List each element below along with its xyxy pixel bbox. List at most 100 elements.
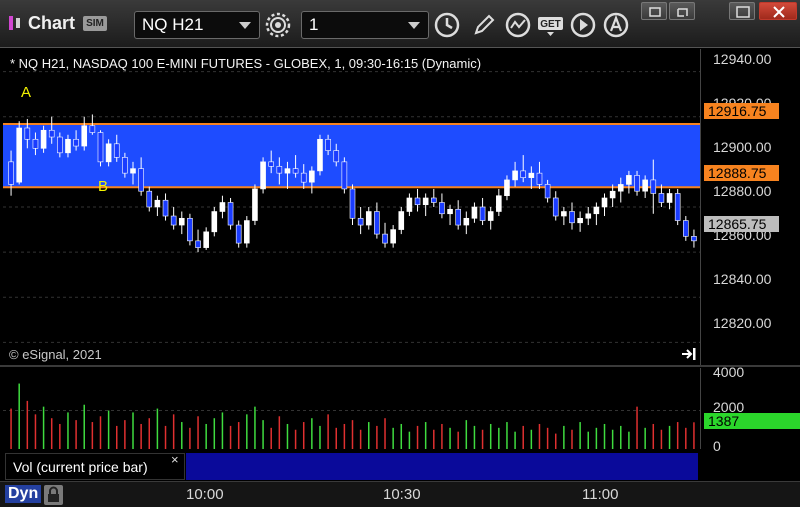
- volume-axis-label: 4000: [713, 364, 745, 380]
- candle-body: [292, 168, 299, 174]
- candle-body: [284, 168, 291, 174]
- volume-axis-label: 0: [713, 438, 721, 454]
- candle-body: [252, 188, 258, 221]
- volume-study-label[interactable]: Vol (current price bar): [5, 453, 185, 480]
- candle-body: [325, 138, 331, 151]
- candle-body: [479, 206, 486, 221]
- close-icon: [773, 6, 785, 18]
- candle-body: [349, 188, 356, 219]
- interval-value: 1: [309, 15, 319, 34]
- alert-icon[interactable]: [602, 11, 630, 39]
- svg-text:GET: GET: [540, 19, 561, 30]
- candle-body: [187, 217, 193, 242]
- chevron-down-icon[interactable]: [408, 22, 420, 29]
- price-axis-label: 12940.00: [713, 51, 772, 67]
- copyright-label: © eSignal, 2021: [9, 347, 102, 362]
- chevron-down-icon[interactable]: [239, 22, 251, 29]
- chart-logo-icon: [9, 16, 20, 30]
- marker-a-label: A: [21, 84, 32, 101]
- candle-body: [32, 138, 39, 149]
- candle-body: [178, 217, 185, 226]
- candle-body: [463, 217, 470, 226]
- candle-body: [219, 202, 226, 212]
- price-axis[interactable]: 12940.00 12920.00 12900.00 12880.00 1286…: [700, 49, 800, 365]
- candle-body: [105, 143, 112, 163]
- candle-body: [89, 125, 96, 133]
- last-price-tag: 12865.75: [704, 216, 779, 232]
- candle-body: [113, 143, 120, 158]
- settings-icon[interactable]: [264, 11, 292, 39]
- lock-icon[interactable]: [44, 485, 63, 505]
- time-axis-label: 10:00: [186, 486, 224, 503]
- candle-body: [536, 172, 543, 185]
- candle-body: [414, 197, 421, 206]
- symbol-selector[interactable]: NQ H21: [134, 11, 260, 39]
- get-icon[interactable]: GET: [537, 11, 567, 39]
- candle-body: [447, 208, 453, 215]
- studies-icon[interactable]: [504, 11, 532, 39]
- maximize-icon: [736, 6, 750, 18]
- clock-icon[interactable]: [433, 11, 461, 39]
- price-axis-label: 12840.00: [713, 271, 772, 287]
- candle-body: [333, 150, 340, 163]
- candle-body: [593, 206, 600, 215]
- volume-axis: 4000 2000 0 1387: [700, 364, 800, 454]
- candle-body: [390, 229, 396, 244]
- volume-chart[interactable]: [3, 368, 700, 449]
- candle-body: [65, 138, 71, 154]
- candle-body: [146, 190, 153, 208]
- candle-body: [57, 136, 63, 154]
- candle-body: [634, 175, 640, 192]
- upper-band-price-tag: 12916.75: [704, 103, 779, 119]
- candle-body: [609, 190, 616, 199]
- candle-body: [365, 211, 372, 226]
- candle-body: [138, 168, 144, 192]
- volume-value-tag: 1387: [704, 413, 800, 429]
- candle-body: [24, 127, 31, 140]
- close-study-icon[interactable]: ×: [171, 452, 179, 467]
- panel-divider[interactable]: [0, 365, 800, 367]
- candle-body: [691, 236, 697, 242]
- maximize-button[interactable]: [729, 2, 755, 20]
- symbol-value: NQ H21: [142, 15, 204, 34]
- chart-toolbar: Chart SIM NQ H21 1 GET: [0, 0, 800, 48]
- candle-body: [16, 127, 22, 183]
- pencil-icon[interactable]: [470, 11, 498, 39]
- pop-out-button[interactable]: [669, 2, 695, 20]
- candle-body: [504, 179, 510, 197]
- candle-body: [170, 215, 177, 226]
- candle-body: [658, 193, 665, 203]
- candle-body: [650, 179, 657, 194]
- dynamic-mode-label[interactable]: Dyn: [5, 485, 42, 503]
- candle-body: [73, 138, 79, 147]
- time-axis[interactable]: Dyn 10:00 10:30 11:00: [0, 481, 800, 507]
- candle-body: [455, 208, 461, 226]
- price-axis-label: 12820.00: [713, 315, 772, 331]
- scroll-to-end-icon[interactable]: [681, 347, 697, 361]
- candle-body: [122, 157, 128, 174]
- candle-body: [528, 172, 535, 178]
- candle-body: [520, 170, 527, 178]
- price-chart[interactable]: [3, 49, 700, 365]
- close-button[interactable]: [759, 2, 797, 20]
- candle-body: [357, 217, 364, 226]
- restore-button[interactable]: [641, 2, 667, 20]
- candle-body: [430, 197, 437, 203]
- candle-body: [309, 170, 315, 183]
- interval-selector[interactable]: 1: [301, 11, 429, 39]
- candle-body: [601, 197, 608, 208]
- restore-icon: [649, 7, 661, 17]
- candle-body: [585, 213, 592, 219]
- candle-body: [195, 240, 201, 248]
- candle-body: [81, 125, 88, 147]
- candle-body: [666, 193, 673, 203]
- chart-title: * NQ H21, NASDAQ 100 E-MINI FUTURES - GL…: [10, 56, 482, 71]
- candle-body: [422, 197, 429, 206]
- candle-body: [235, 224, 242, 244]
- candle-body: [40, 129, 47, 149]
- volume-study-strip: [186, 453, 698, 480]
- candle-body: [406, 197, 413, 212]
- candle-body: [552, 197, 559, 217]
- candle-body: [561, 211, 567, 217]
- play-icon[interactable]: [569, 11, 597, 39]
